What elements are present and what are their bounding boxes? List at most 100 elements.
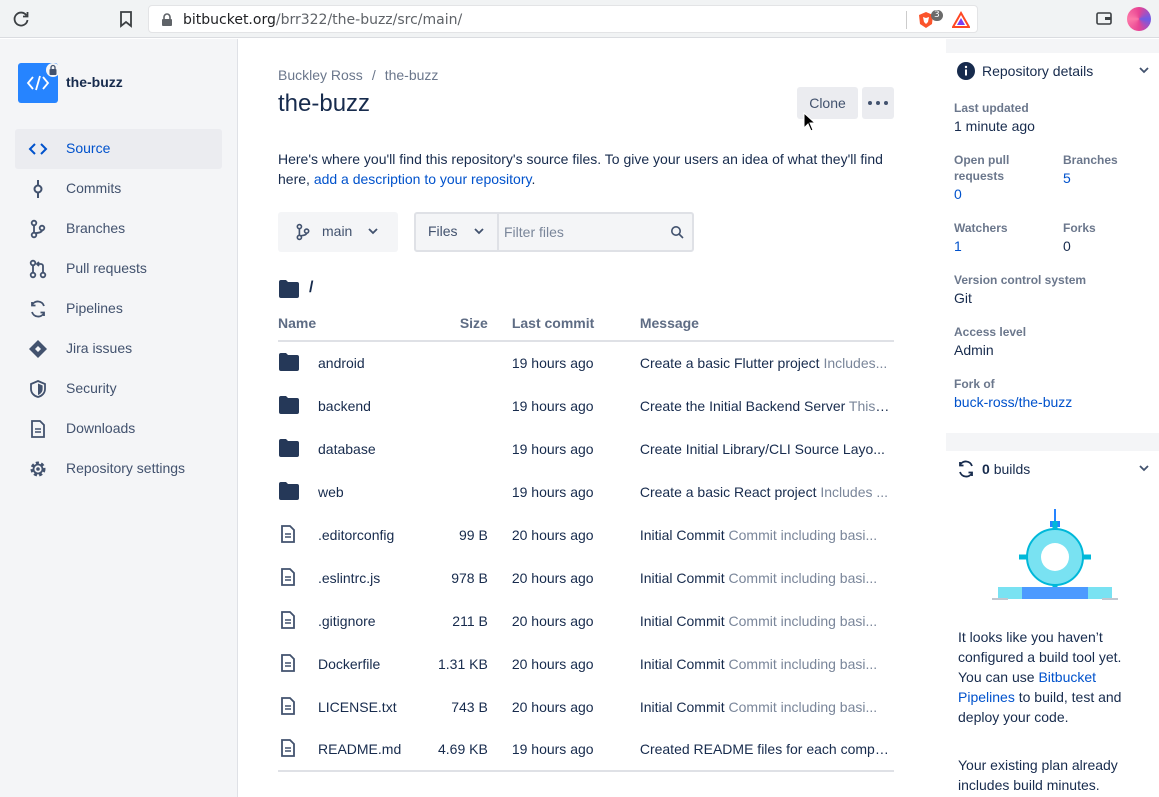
file-size bbox=[438, 384, 512, 427]
sidebar-item-label: Pipelines bbox=[66, 300, 123, 316]
sidebar-item-jira-issues[interactable]: Jira issues bbox=[15, 329, 222, 369]
shield-count-badge: 3 bbox=[931, 10, 943, 21]
chevron-down-icon[interactable] bbox=[474, 227, 484, 235]
file-name-link[interactable]: .eslintrc.js bbox=[318, 570, 380, 586]
open-pull-requests-link[interactable]: 0 bbox=[954, 186, 1044, 202]
bookmark-icon[interactable] bbox=[118, 10, 134, 28]
commit-message[interactable]: Initial Commit Commit including basi... bbox=[640, 556, 894, 599]
last-commit-time: 19 hours ago bbox=[511, 728, 640, 772]
file-name-link[interactable]: .gitignore bbox=[318, 613, 376, 629]
branch-selector[interactable]: main bbox=[278, 212, 398, 252]
commit-message[interactable]: Create the Initial Backend Server This .… bbox=[640, 384, 894, 427]
reload-icon[interactable] bbox=[12, 10, 30, 28]
sidebar-item-label: Security bbox=[66, 380, 117, 396]
sidebar-item-branches[interactable]: Branches bbox=[15, 209, 222, 249]
file-name-link[interactable]: .editorconfig bbox=[318, 527, 394, 543]
table-row[interactable]: android 19 hours ago Create a basic Flutte… bbox=[278, 341, 894, 384]
table-row[interactable]: LICENSE.txt 743 B 20 hours ago Initial Comm… bbox=[278, 685, 894, 728]
sidebar-item-repository-settings[interactable]: Repository settings bbox=[15, 449, 222, 489]
browser-toolbar: bitbucket.org/brr322/the-buzz/src/main/ … bbox=[0, 0, 1159, 38]
sidebar-item-security[interactable]: Security bbox=[15, 369, 222, 409]
repository-details-header[interactable]: Repository details bbox=[946, 53, 1159, 89]
table-row[interactable]: README.md 4.69 KB 19 hours ago Created READ… bbox=[278, 728, 894, 772]
commit-icon bbox=[33, 180, 43, 198]
file-size bbox=[438, 470, 512, 513]
commit-message[interactable]: Initial Commit Commit including basi... bbox=[640, 599, 894, 642]
file-name-link[interactable]: database bbox=[318, 441, 376, 457]
commit-message[interactable]: Initial Commit Commit including basi... bbox=[640, 642, 894, 685]
more-dot bbox=[876, 101, 880, 105]
forks-field: Forks 0 bbox=[1063, 221, 1096, 254]
file-size: 743 B bbox=[451, 698, 488, 715]
pipelines-illustration bbox=[992, 509, 1118, 600]
branches-link[interactable]: 5 bbox=[1063, 170, 1118, 186]
commit-message[interactable]: Create a basic React project Includes ..… bbox=[640, 470, 894, 513]
wallet-icon[interactable] bbox=[1096, 11, 1112, 25]
table-row[interactable]: web 19 hours ago Create a basic React proj… bbox=[278, 470, 894, 513]
file-table: Name Size Last commit Message android 19 … bbox=[278, 315, 894, 772]
column-message[interactable]: Message bbox=[639, 315, 894, 342]
file-name-cell: Dockerfile bbox=[278, 642, 438, 685]
commit-message[interactable]: Create a basic Flutter project Includes.… bbox=[640, 341, 894, 384]
sidebar-item-commits[interactable]: Commits bbox=[15, 169, 222, 209]
table-header: Name Size Last commit Message bbox=[278, 315, 894, 342]
breadcrumb-repo[interactable]: the-buzz bbox=[385, 67, 439, 83]
file-name-link[interactable]: web bbox=[318, 484, 344, 500]
divider bbox=[906, 11, 907, 29]
breadcrumb: Buckley Ross / the-buzz bbox=[278, 67, 439, 83]
filter-type-dropdown[interactable]: Files bbox=[428, 223, 458, 239]
file-name-link[interactable]: README.md bbox=[318, 741, 401, 757]
sidebar-item-downloads[interactable]: Downloads bbox=[15, 409, 222, 449]
profile-avatar[interactable] bbox=[1127, 7, 1151, 31]
rewards-triangle-icon[interactable] bbox=[952, 11, 970, 29]
address-bar[interactable]: bitbucket.org/brr322/the-buzz/src/main/ … bbox=[148, 5, 978, 33]
file-name-link[interactable]: Dockerfile bbox=[318, 656, 380, 672]
table-row[interactable]: backend 19 hours ago Create the Initial Ba… bbox=[278, 384, 894, 427]
folder-icon bbox=[278, 481, 302, 503]
file-name-link[interactable]: android bbox=[318, 355, 365, 371]
builds-header[interactable]: 0 builds bbox=[946, 451, 1159, 487]
commit-message[interactable]: Created README files for each compo... bbox=[639, 728, 894, 772]
add-description-link[interactable]: add a description to your repository bbox=[314, 171, 532, 187]
sidebar-item-label: Downloads bbox=[66, 420, 136, 436]
fork-of-link[interactable]: buck-ross/the-buzz bbox=[954, 394, 1072, 410]
pull-request-icon bbox=[29, 259, 47, 279]
file-name-cell: web bbox=[278, 470, 438, 513]
sidebar-item-pipelines[interactable]: Pipelines bbox=[15, 289, 222, 329]
folder-icon bbox=[278, 438, 302, 460]
sidebar-item-label: Repository settings bbox=[66, 460, 186, 476]
table-row[interactable]: .gitignore 211 B 20 hours ago Initial Commi… bbox=[278, 599, 894, 642]
table-row[interactable]: Dockerfile 1.31 KB 20 hours ago Initial Com… bbox=[278, 642, 894, 685]
branches-field: Branches 5 bbox=[1063, 153, 1118, 186]
column-name[interactable]: Name bbox=[278, 315, 438, 342]
last-updated-field: Last updated 1 minute ago bbox=[954, 101, 1035, 134]
more-dot bbox=[884, 101, 888, 105]
column-size[interactable]: Size bbox=[438, 315, 512, 342]
table-row[interactable]: .editorconfig 99 B 20 hours ago Initial Com… bbox=[278, 513, 894, 556]
commit-message[interactable]: Initial Commit Commit including basi... bbox=[640, 685, 894, 728]
search-icon[interactable] bbox=[670, 225, 684, 239]
table-row[interactable]: database 19 hours ago Create Initial Libra… bbox=[278, 427, 894, 470]
chevron-down-icon[interactable] bbox=[1139, 464, 1149, 472]
repo-name[interactable]: the-buzz bbox=[66, 74, 123, 90]
file-name-link[interactable]: LICENSE.txt bbox=[318, 699, 397, 715]
watchers-link[interactable]: 1 bbox=[954, 238, 1008, 254]
sidebar-item-pull-requests[interactable]: Pull requests bbox=[15, 249, 222, 289]
sidebar-item-source[interactable]: Source bbox=[15, 129, 222, 169]
breadcrumb-owner[interactable]: Buckley Ross bbox=[278, 67, 363, 83]
file-icon bbox=[278, 610, 302, 632]
file-name-cell: README.md bbox=[278, 728, 438, 772]
chevron-down-icon[interactable] bbox=[1139, 66, 1149, 74]
file-size: 99 B bbox=[459, 526, 488, 543]
table-row[interactable]: .eslintrc.js 978 B 20 hours ago Initial Com… bbox=[278, 556, 894, 599]
more-actions-button[interactable] bbox=[862, 87, 894, 119]
file-size: 211 B bbox=[452, 612, 488, 629]
last-commit-time: 19 hours ago bbox=[511, 355, 594, 371]
file-name-link[interactable]: backend bbox=[318, 398, 371, 414]
column-last-commit[interactable]: Last commit bbox=[511, 315, 640, 342]
commit-message[interactable]: Create Initial Library/CLI Source Layo..… bbox=[640, 427, 894, 470]
filter-files-input[interactable] bbox=[504, 221, 659, 243]
url-text: bitbucket.org/brr322/the-buzz/src/main/ bbox=[183, 12, 463, 28]
commit-message[interactable]: Initial Commit Commit including basi... bbox=[640, 513, 894, 556]
builds-message: It looks like you haven’t configured a b… bbox=[958, 629, 1122, 725]
